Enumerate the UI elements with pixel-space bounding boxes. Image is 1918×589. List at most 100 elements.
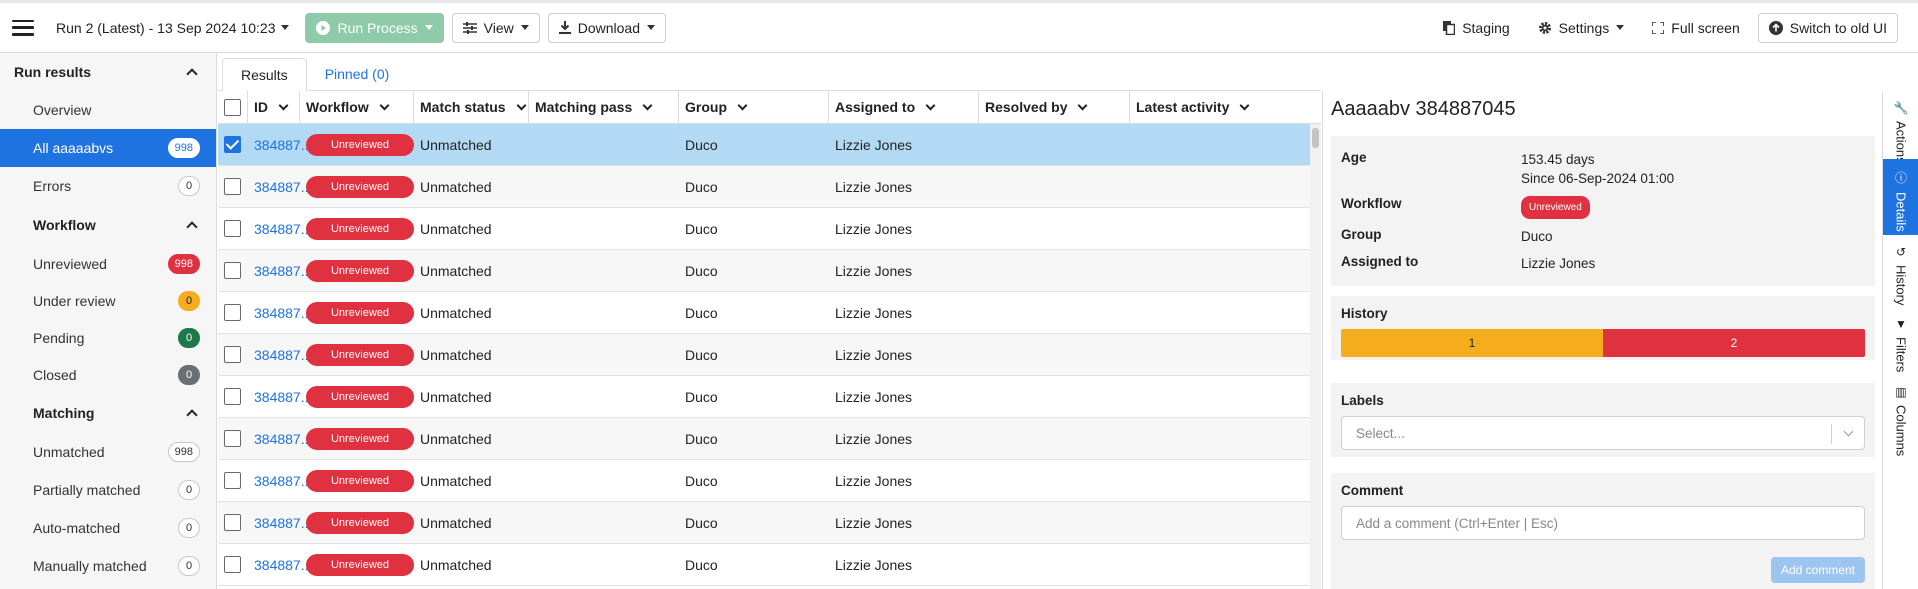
row-checkbox[interactable] xyxy=(224,430,241,447)
column-header-id[interactable]: ID xyxy=(248,91,300,123)
rail-tab-columns[interactable]: ▥ Columns xyxy=(1883,375,1918,456)
scrollbar-thumb[interactable] xyxy=(1312,128,1319,148)
caret-down-icon xyxy=(424,25,433,30)
age-label: Age xyxy=(1341,150,1367,165)
table-row[interactable]: 384887... Unreviewed Unmatched Duco Lizzie J… xyxy=(218,544,1321,586)
matching-pass-cell xyxy=(529,124,679,165)
sidebar-section-run-results[interactable]: Run results xyxy=(0,53,216,91)
table-row[interactable]: 384887... Unreviewed Unmatched Duco Lizzie J… xyxy=(218,166,1321,208)
add-comment-button[interactable]: Add comment xyxy=(1770,557,1865,583)
download-button[interactable]: Download xyxy=(547,12,666,43)
workflow-status-badge: Unreviewed xyxy=(306,217,414,240)
workflow-status-badge: Unreviewed xyxy=(306,301,414,324)
run-selector[interactable]: Run 2 (Latest) - 13 Sep 2024 10:23 xyxy=(56,20,290,36)
sidebar-item-unmatched[interactable]: Unmatched 998 xyxy=(0,433,216,471)
sidebar-item-overview[interactable]: Overview xyxy=(0,91,216,129)
sidebar-item-under-review[interactable]: Under review 0 xyxy=(0,282,216,319)
table-row[interactable]: 384887... Unreviewed Unmatched Duco Lizzie J… xyxy=(218,418,1321,460)
tab-pinned[interactable]: Pinned (0) xyxy=(307,57,408,90)
tab-results[interactable]: Results xyxy=(222,58,307,91)
row-checkbox[interactable] xyxy=(224,136,241,153)
chevron-down-icon xyxy=(925,100,936,110)
column-header-matching-pass[interactable]: Matching pass xyxy=(529,91,679,123)
staging-button[interactable]: Staging xyxy=(1433,12,1520,43)
section-title: Matching xyxy=(33,405,95,421)
column-header-match-status[interactable]: Match status xyxy=(414,91,529,123)
row-checkbox[interactable] xyxy=(224,388,241,405)
workflow-cell: Unreviewed xyxy=(300,502,414,543)
column-header-latest-activity[interactable]: Latest activity xyxy=(1130,91,1253,123)
matching-pass-cell xyxy=(529,418,679,459)
select-all-checkbox[interactable] xyxy=(224,98,241,116)
table-row[interactable]: 384887... Unreviewed Unmatched Duco Lizzie J… xyxy=(218,292,1321,334)
table-row[interactable]: 384887... Unreviewed Unmatched Duco Lizzie J… xyxy=(218,208,1321,250)
row-checkbox[interactable] xyxy=(224,262,241,279)
caret-down-icon xyxy=(647,25,655,30)
latest-activity-cell xyxy=(1130,334,1253,375)
matching-pass-cell xyxy=(529,208,679,249)
sidebar-item-closed[interactable]: Closed 0 xyxy=(0,356,216,393)
row-checkbox[interactable] xyxy=(224,178,241,195)
run-process-button[interactable]: Run Process xyxy=(305,12,444,43)
comment-label: Comment xyxy=(1341,483,1404,498)
column-header-group[interactable]: Group xyxy=(679,91,829,123)
row-checkbox[interactable] xyxy=(224,304,241,321)
column-header-workflow[interactable]: Workflow xyxy=(300,91,414,123)
sidebar-section-matching[interactable]: Matching xyxy=(0,393,216,433)
sidebar-item-pending[interactable]: Pending 0 xyxy=(0,319,216,356)
row-checkbox[interactable] xyxy=(224,556,241,573)
group-cell: Duco xyxy=(685,556,718,573)
group-cell: Duco xyxy=(685,430,718,447)
rail-tab-details[interactable]: ⓘ Details xyxy=(1883,159,1918,235)
rail-tab-actions[interactable]: 🔧 Actions xyxy=(1883,91,1918,164)
fullscreen-button[interactable]: Full screen xyxy=(1642,12,1750,43)
grid-scrollbar[interactable] xyxy=(1310,124,1321,589)
assigned-to-cell: Lizzie Jones xyxy=(835,346,913,363)
sidebar-item-auto-matched[interactable]: Auto-matched 0 xyxy=(0,509,216,547)
column-header-assigned-to[interactable]: Assigned to xyxy=(829,91,979,123)
sidebar-item-manually-matched[interactable]: Manually matched 0 xyxy=(0,547,216,585)
table-row[interactable]: 384887... Unreviewed Unmatched Duco Lizzie J… xyxy=(218,460,1321,502)
settings-button[interactable]: Settings xyxy=(1527,12,1635,43)
view-label: View xyxy=(483,19,514,36)
sidebar-item-unreviewed[interactable]: Unreviewed 998 xyxy=(0,245,216,282)
id-cell: 384887... xyxy=(248,124,312,165)
row-checkbox[interactable] xyxy=(224,346,241,363)
section-title: Workflow xyxy=(33,217,96,233)
sidebar-item-all[interactable]: All aaaaabvs 998 xyxy=(0,129,216,167)
table-row[interactable]: 384887... Unreviewed Unmatched Duco Lizzie J… xyxy=(218,124,1321,166)
row-select-cell xyxy=(218,292,248,333)
grid-body: 384887... Unreviewed Unmatched Duco Lizzie J… xyxy=(218,124,1321,586)
rail-tab-filters[interactable]: ▼ Filters xyxy=(1883,307,1918,375)
rail-tab-history[interactable]: ↺ History xyxy=(1883,235,1918,307)
table-row[interactable]: 384887... Unreviewed Unmatched Duco Lizzie J… xyxy=(218,376,1321,418)
copy-icon xyxy=(1443,20,1456,35)
history-segment[interactable]: 1 xyxy=(1341,329,1603,357)
wrench-icon: 🔧 xyxy=(1893,101,1909,115)
labels-select[interactable]: Select... xyxy=(1341,416,1865,450)
arrow-circle-icon xyxy=(1768,20,1783,35)
switch-old-ui-button[interactable]: Switch to old UI xyxy=(1757,12,1898,43)
workflow-cell: Unreviewed xyxy=(300,166,414,207)
comment-input[interactable]: Add a comment (Ctrl+Enter | Esc) xyxy=(1341,506,1865,540)
workflow-status-badge: Unreviewed xyxy=(306,469,414,492)
workflow-cell: Unreviewed xyxy=(300,460,414,501)
sidebar-section-workflow[interactable]: Workflow xyxy=(0,205,216,245)
table-row[interactable]: 384887... Unreviewed Unmatched Duco Lizzie J… xyxy=(218,334,1321,376)
row-checkbox[interactable] xyxy=(224,220,241,237)
matching-pass-cell xyxy=(529,292,679,333)
sidebar-item-label: Closed xyxy=(33,366,77,383)
column-header-resolved-by[interactable]: Resolved by xyxy=(979,91,1130,123)
row-checkbox[interactable] xyxy=(224,514,241,531)
chevron-down-icon xyxy=(1239,100,1250,110)
row-checkbox[interactable] xyxy=(224,472,241,489)
column-header-label: Group xyxy=(685,99,727,115)
table-row[interactable]: 384887... Unreviewed Unmatched Duco Lizzie J… xyxy=(218,502,1321,544)
menu-icon[interactable] xyxy=(12,19,34,36)
table-row[interactable]: 384887... Unreviewed Unmatched Duco Lizzie J… xyxy=(218,250,1321,292)
history-segment[interactable]: 2 xyxy=(1603,329,1865,357)
details-title: Aaaaabv 384887045 xyxy=(1331,98,1516,120)
sidebar-item-partially-matched[interactable]: Partially matched 0 xyxy=(0,471,216,509)
view-button[interactable]: View xyxy=(451,12,540,43)
sidebar-item-errors[interactable]: Errors 0 xyxy=(0,167,216,205)
